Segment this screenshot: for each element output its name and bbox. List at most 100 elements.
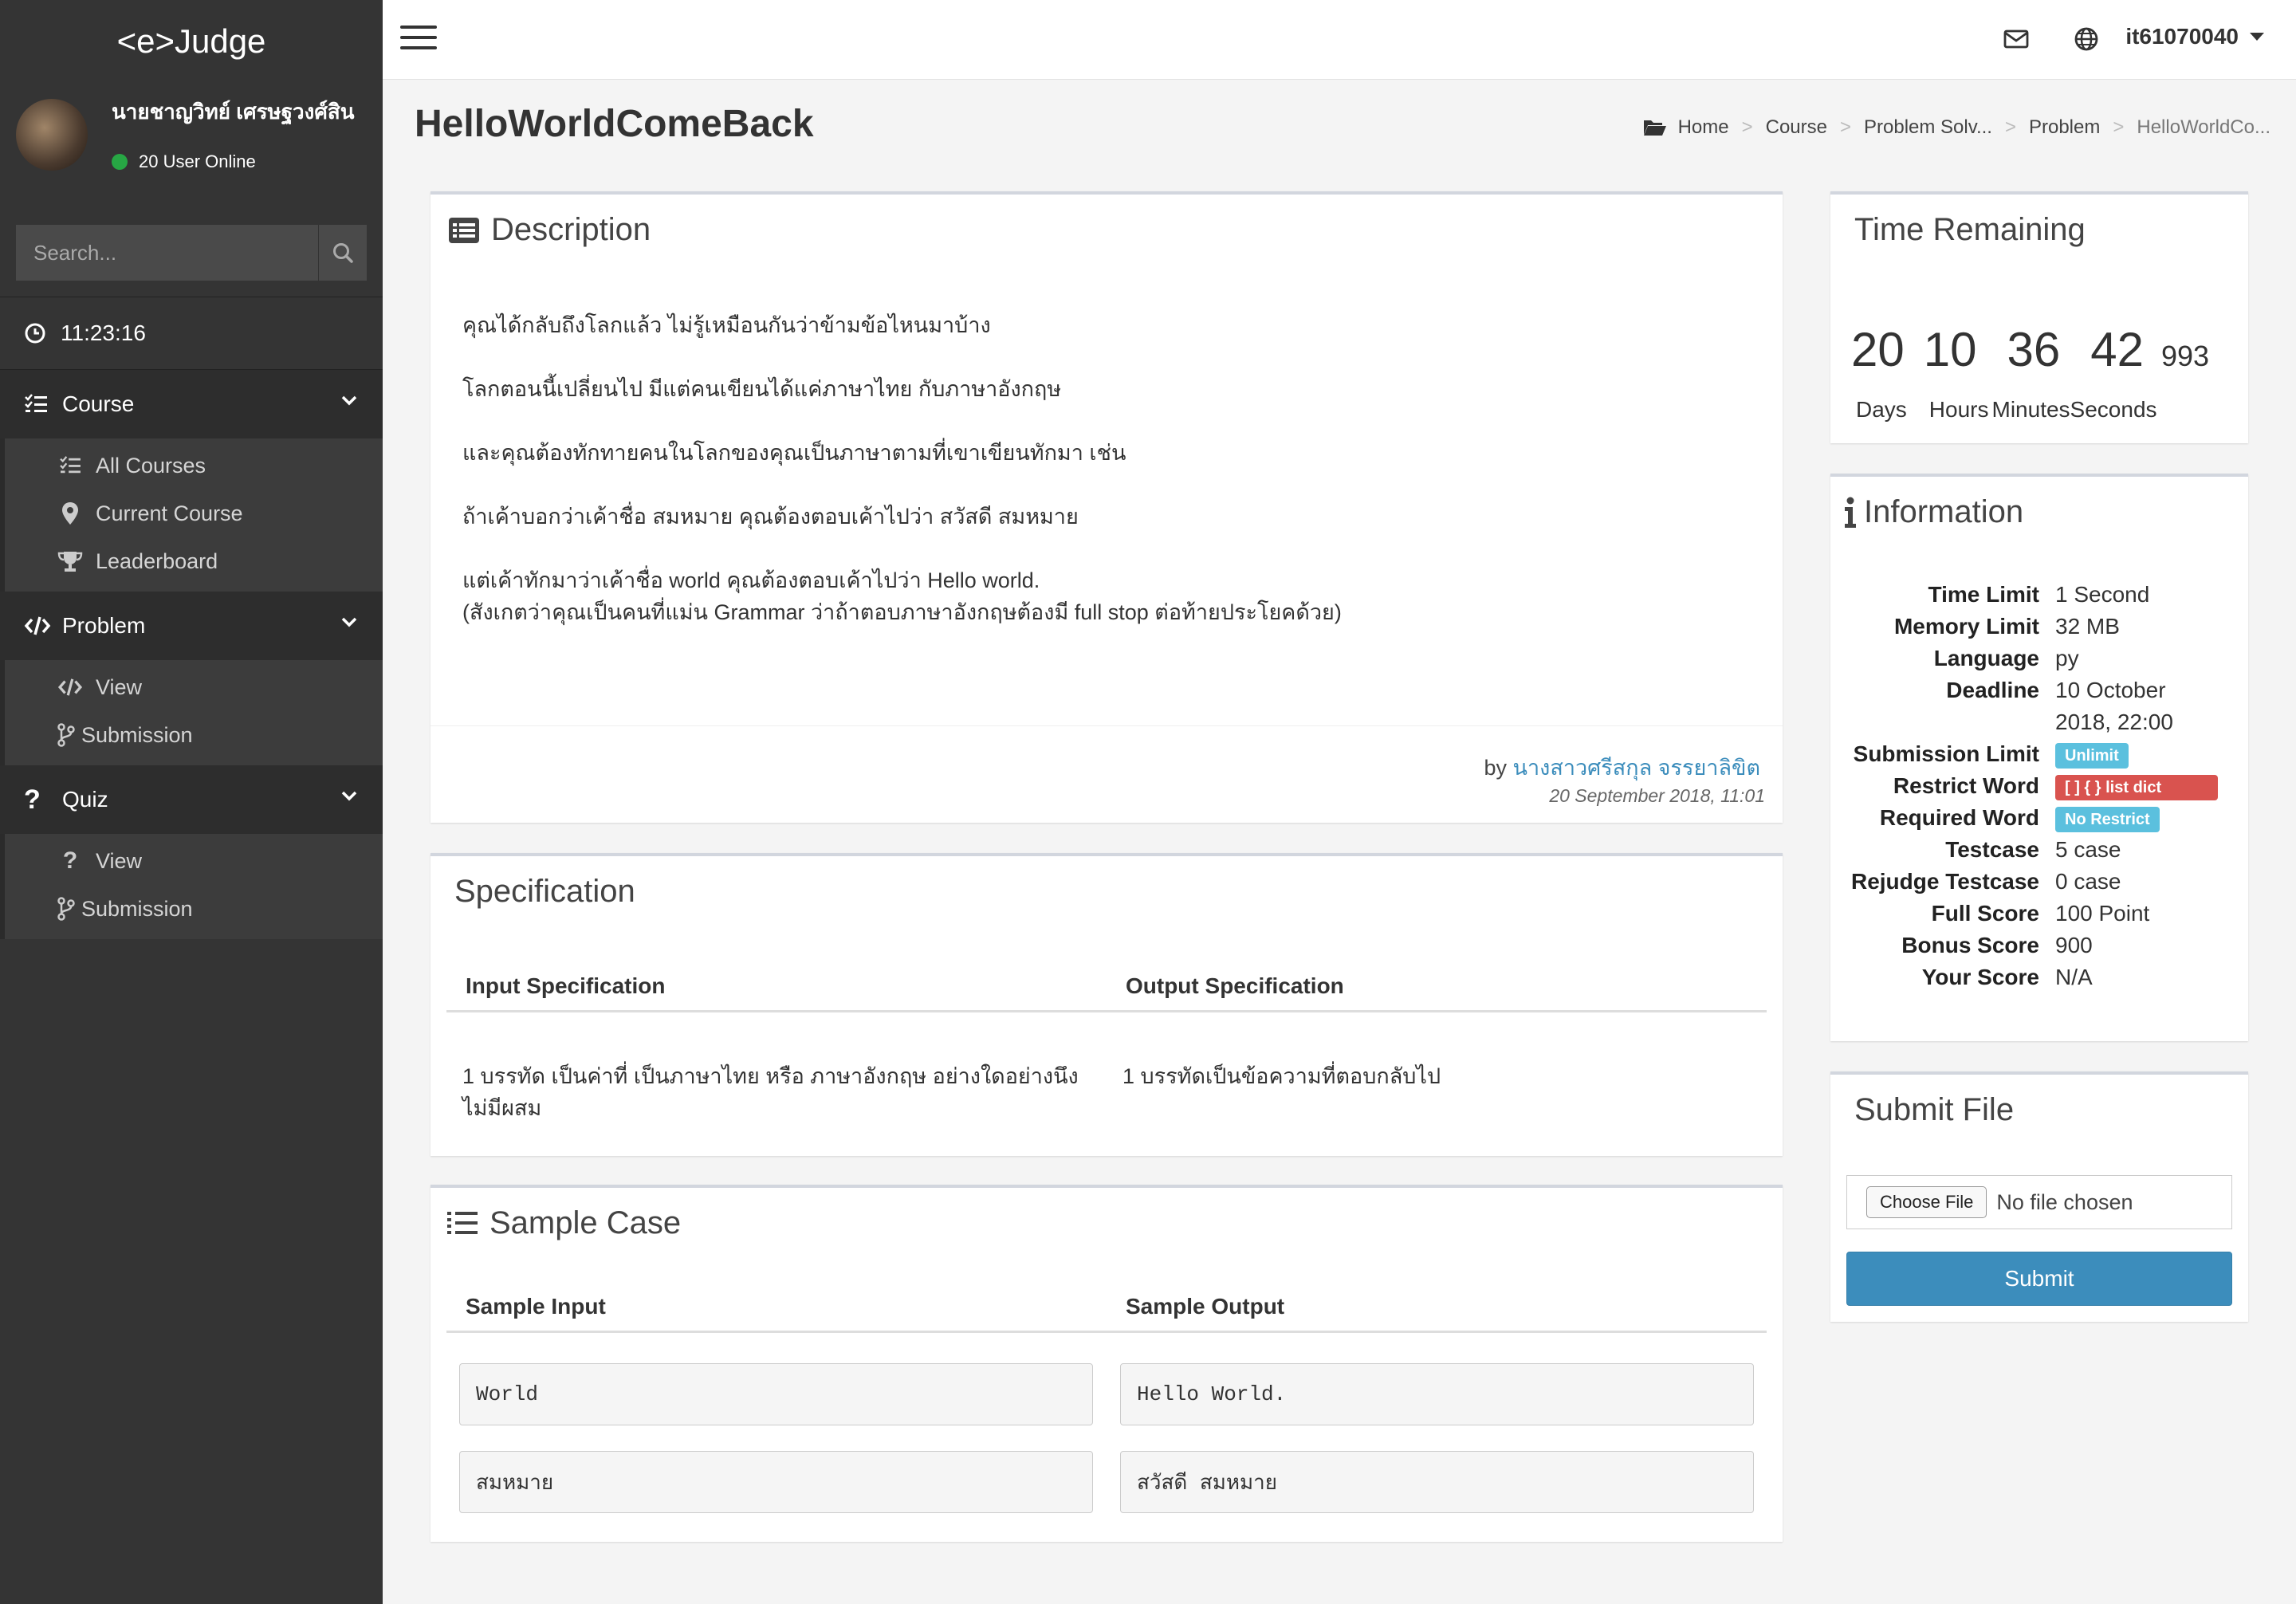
sample-row: สมหมาย สวัสดี สมหมาย — [459, 1451, 1754, 1513]
information-header: Information — [1843, 494, 2023, 530]
breadcrumb-separator: > — [2004, 116, 2016, 138]
info-value: 900 — [2055, 933, 2093, 957]
info-row: Time Limit 1 Second — [1830, 579, 2232, 611]
envelope-icon[interactable] — [2003, 26, 2030, 53]
countdown-minutes-label: Minutes — [1991, 397, 2070, 422]
sidebar-problem-label: Problem — [62, 613, 146, 638]
sidebar-clock: 11:23:16 — [0, 297, 383, 370]
info-label: Memory Limit — [1893, 614, 2039, 639]
chevron-down-icon — [341, 395, 357, 406]
sidebar-item-current-course[interactable]: Current Course — [5, 489, 383, 537]
description-footer: by นางสาวศรีสกุล จรรยาลิขิต 20 September… — [431, 725, 1783, 824]
info-row: Rejudge Testcase 0 case — [1830, 866, 2232, 898]
breadcrumb: Home > Course > Problem Solv... > Proble… — [1643, 116, 2270, 139]
information-title: Information — [1864, 494, 2024, 529]
information-table: Time Limit 1 Second Memory Limit 32 MB Lan… — [1830, 579, 2232, 993]
breadcrumb-current: HelloWorldCo... — [2137, 116, 2270, 138]
choose-file-button[interactable]: Choose File — [1866, 1186, 1987, 1218]
sidebar-item-leaderboard[interactable]: Leaderboard — [5, 537, 383, 585]
sample-output[interactable]: สวัสดี สมหมาย — [1120, 1451, 1754, 1513]
info-label: Time Limit — [1928, 582, 2039, 607]
specification-title: Specification — [454, 874, 635, 909]
author-link[interactable]: นางสาวศรีสกุล จรรยาลิขิต — [1513, 756, 1760, 780]
file-status: No file chosen — [1996, 1189, 2133, 1214]
sidebar-quiz-toggle[interactable]: ? Quiz — [0, 765, 383, 834]
sidebar-item-all-courses[interactable]: All Courses — [5, 442, 383, 489]
submit-file-header: Submit File — [1854, 1092, 2014, 1128]
description-paragraph: (สังเกตว่าคุณเป็นคนที่แม่น Grammar ว่าถ้… — [462, 600, 1342, 624]
info-row: Language py — [1830, 643, 2232, 674]
menu-toggle-icon[interactable] — [400, 26, 437, 54]
info-label: Your Score — [1921, 965, 2039, 989]
search-input[interactable] — [16, 225, 318, 281]
sidebar-problem-toggle[interactable]: Problem — [0, 592, 383, 660]
countdown-seconds: 42 — [2090, 323, 2144, 376]
search-button[interactable] — [318, 225, 367, 281]
online-dot-icon — [112, 154, 128, 170]
description-paragraph: โลกตอนนี้เปลี่ยนไป มีแต่คนเขียนได้แค่ภาษ… — [462, 377, 1062, 401]
time-remaining-header: Time Remaining — [1854, 212, 2086, 248]
submit-button[interactable]: Submit — [1846, 1252, 2232, 1306]
list-alt-icon — [448, 217, 480, 244]
sidebar-item-problem-view[interactable]: View — [5, 663, 383, 711]
globe-icon[interactable] — [2073, 26, 2100, 53]
info-row: Testcase 5 case — [1830, 834, 2232, 866]
sample-output[interactable]: Hello World. — [1120, 1363, 1754, 1425]
sample-row: World Hello World. — [459, 1363, 1754, 1425]
sidebar-item-label: Current Course — [96, 501, 243, 525]
description-paragraph: แต่เค้าทักมาว่าเค้าชื่อ world คุณต้องตอบ… — [462, 568, 1040, 592]
sidebar-course-label: Course — [62, 391, 135, 416]
user-menu[interactable]: it61070040 — [2125, 24, 2264, 49]
breadcrumb-course[interactable]: Course — [1766, 116, 1827, 139]
author-by-label: by — [1484, 756, 1508, 780]
description-header: Description — [448, 212, 651, 248]
info-value: 100 Point — [2055, 901, 2150, 926]
brand-logo[interactable]: <e>Judge — [0, 0, 383, 83]
info-row: Required Word No Restrict — [1830, 802, 2232, 834]
output-spec-header: Output Specification — [1126, 973, 1344, 998]
sidebar-course-toggle[interactable]: Course — [0, 370, 383, 438]
output-spec-text: 1 บรรทัดเป็นข้อความที่ตอบกลับไป — [1122, 1064, 1441, 1088]
file-input[interactable]: Choose File No file chosen — [1846, 1175, 2232, 1229]
input-spec-text: 1 บรรทัด เป็นค่าที่ เป็นภาษาไทย หรือ ภาษ… — [462, 1064, 1079, 1120]
sample-input[interactable]: World — [459, 1363, 1093, 1425]
sidebar-item-label: View — [96, 674, 143, 699]
breadcrumb-separator: > — [2113, 116, 2125, 138]
breadcrumb-home[interactable]: Home — [1678, 116, 1729, 139]
top-navbar: it61070040 — [383, 0, 2296, 80]
map-marker-icon — [56, 501, 85, 525]
required-word-badge: No Restrict — [2055, 806, 2160, 832]
sidebar-quiz-submenu: ? View Submission — [0, 834, 383, 939]
info-row: Full Score 100 Point — [1830, 898, 2232, 930]
sidebar-item-quiz-view[interactable]: ? View — [5, 837, 383, 885]
sample-table-header: Sample Input Sample Output — [446, 1282, 1767, 1333]
breadcrumb-problem[interactable]: Problem — [2029, 116, 2100, 139]
info-label: Full Score — [1931, 901, 2039, 926]
avatar — [16, 99, 88, 171]
countdown-days-label: Days — [1856, 397, 1907, 422]
countdown-minutes: 36 — [2007, 323, 2061, 376]
search-icon — [333, 243, 353, 263]
sidebar-item-quiz-submission[interactable]: Submission — [5, 885, 383, 933]
breadcrumb-separator: > — [1840, 116, 1852, 138]
specification-row: 1 บรรทัด เป็นค่าที่ เป็นภาษาไทย หรือ ภาษ… — [446, 1060, 1767, 1124]
info-value: N/A — [2055, 965, 2093, 989]
description-title: Description — [491, 212, 651, 247]
trophy-icon — [56, 550, 85, 572]
sample-input[interactable]: สมหมาย — [459, 1451, 1093, 1513]
question-icon: ? — [62, 847, 78, 874]
info-row: Your Score N/A — [1830, 961, 2232, 993]
breadcrumb-problem-solving[interactable]: Problem Solv... — [1864, 116, 1992, 139]
info-row: Submission Limit Unlimit — [1830, 738, 2232, 770]
caret-down-icon — [2250, 33, 2264, 41]
countdown-hours: 10 — [1923, 323, 1977, 376]
submit-file-title: Submit File — [1854, 1092, 2015, 1127]
submission-limit-badge: Unlimit — [2055, 742, 2129, 769]
sidebar-search — [16, 225, 367, 281]
info-row: Restrict Word [ ] { } list dict — [1830, 770, 2232, 802]
code-icon — [56, 678, 85, 697]
user-panel: นายชาญวิทย์ เศรษฐวงศ์สิน 20 User Online — [0, 83, 383, 188]
sidebar-item-problem-submission[interactable]: Submission — [5, 711, 383, 759]
online-count: 20 User Online — [139, 151, 256, 171]
time-remaining-box: Time Remaining 20 10 36 42 993 Days Hour… — [1830, 191, 2248, 443]
